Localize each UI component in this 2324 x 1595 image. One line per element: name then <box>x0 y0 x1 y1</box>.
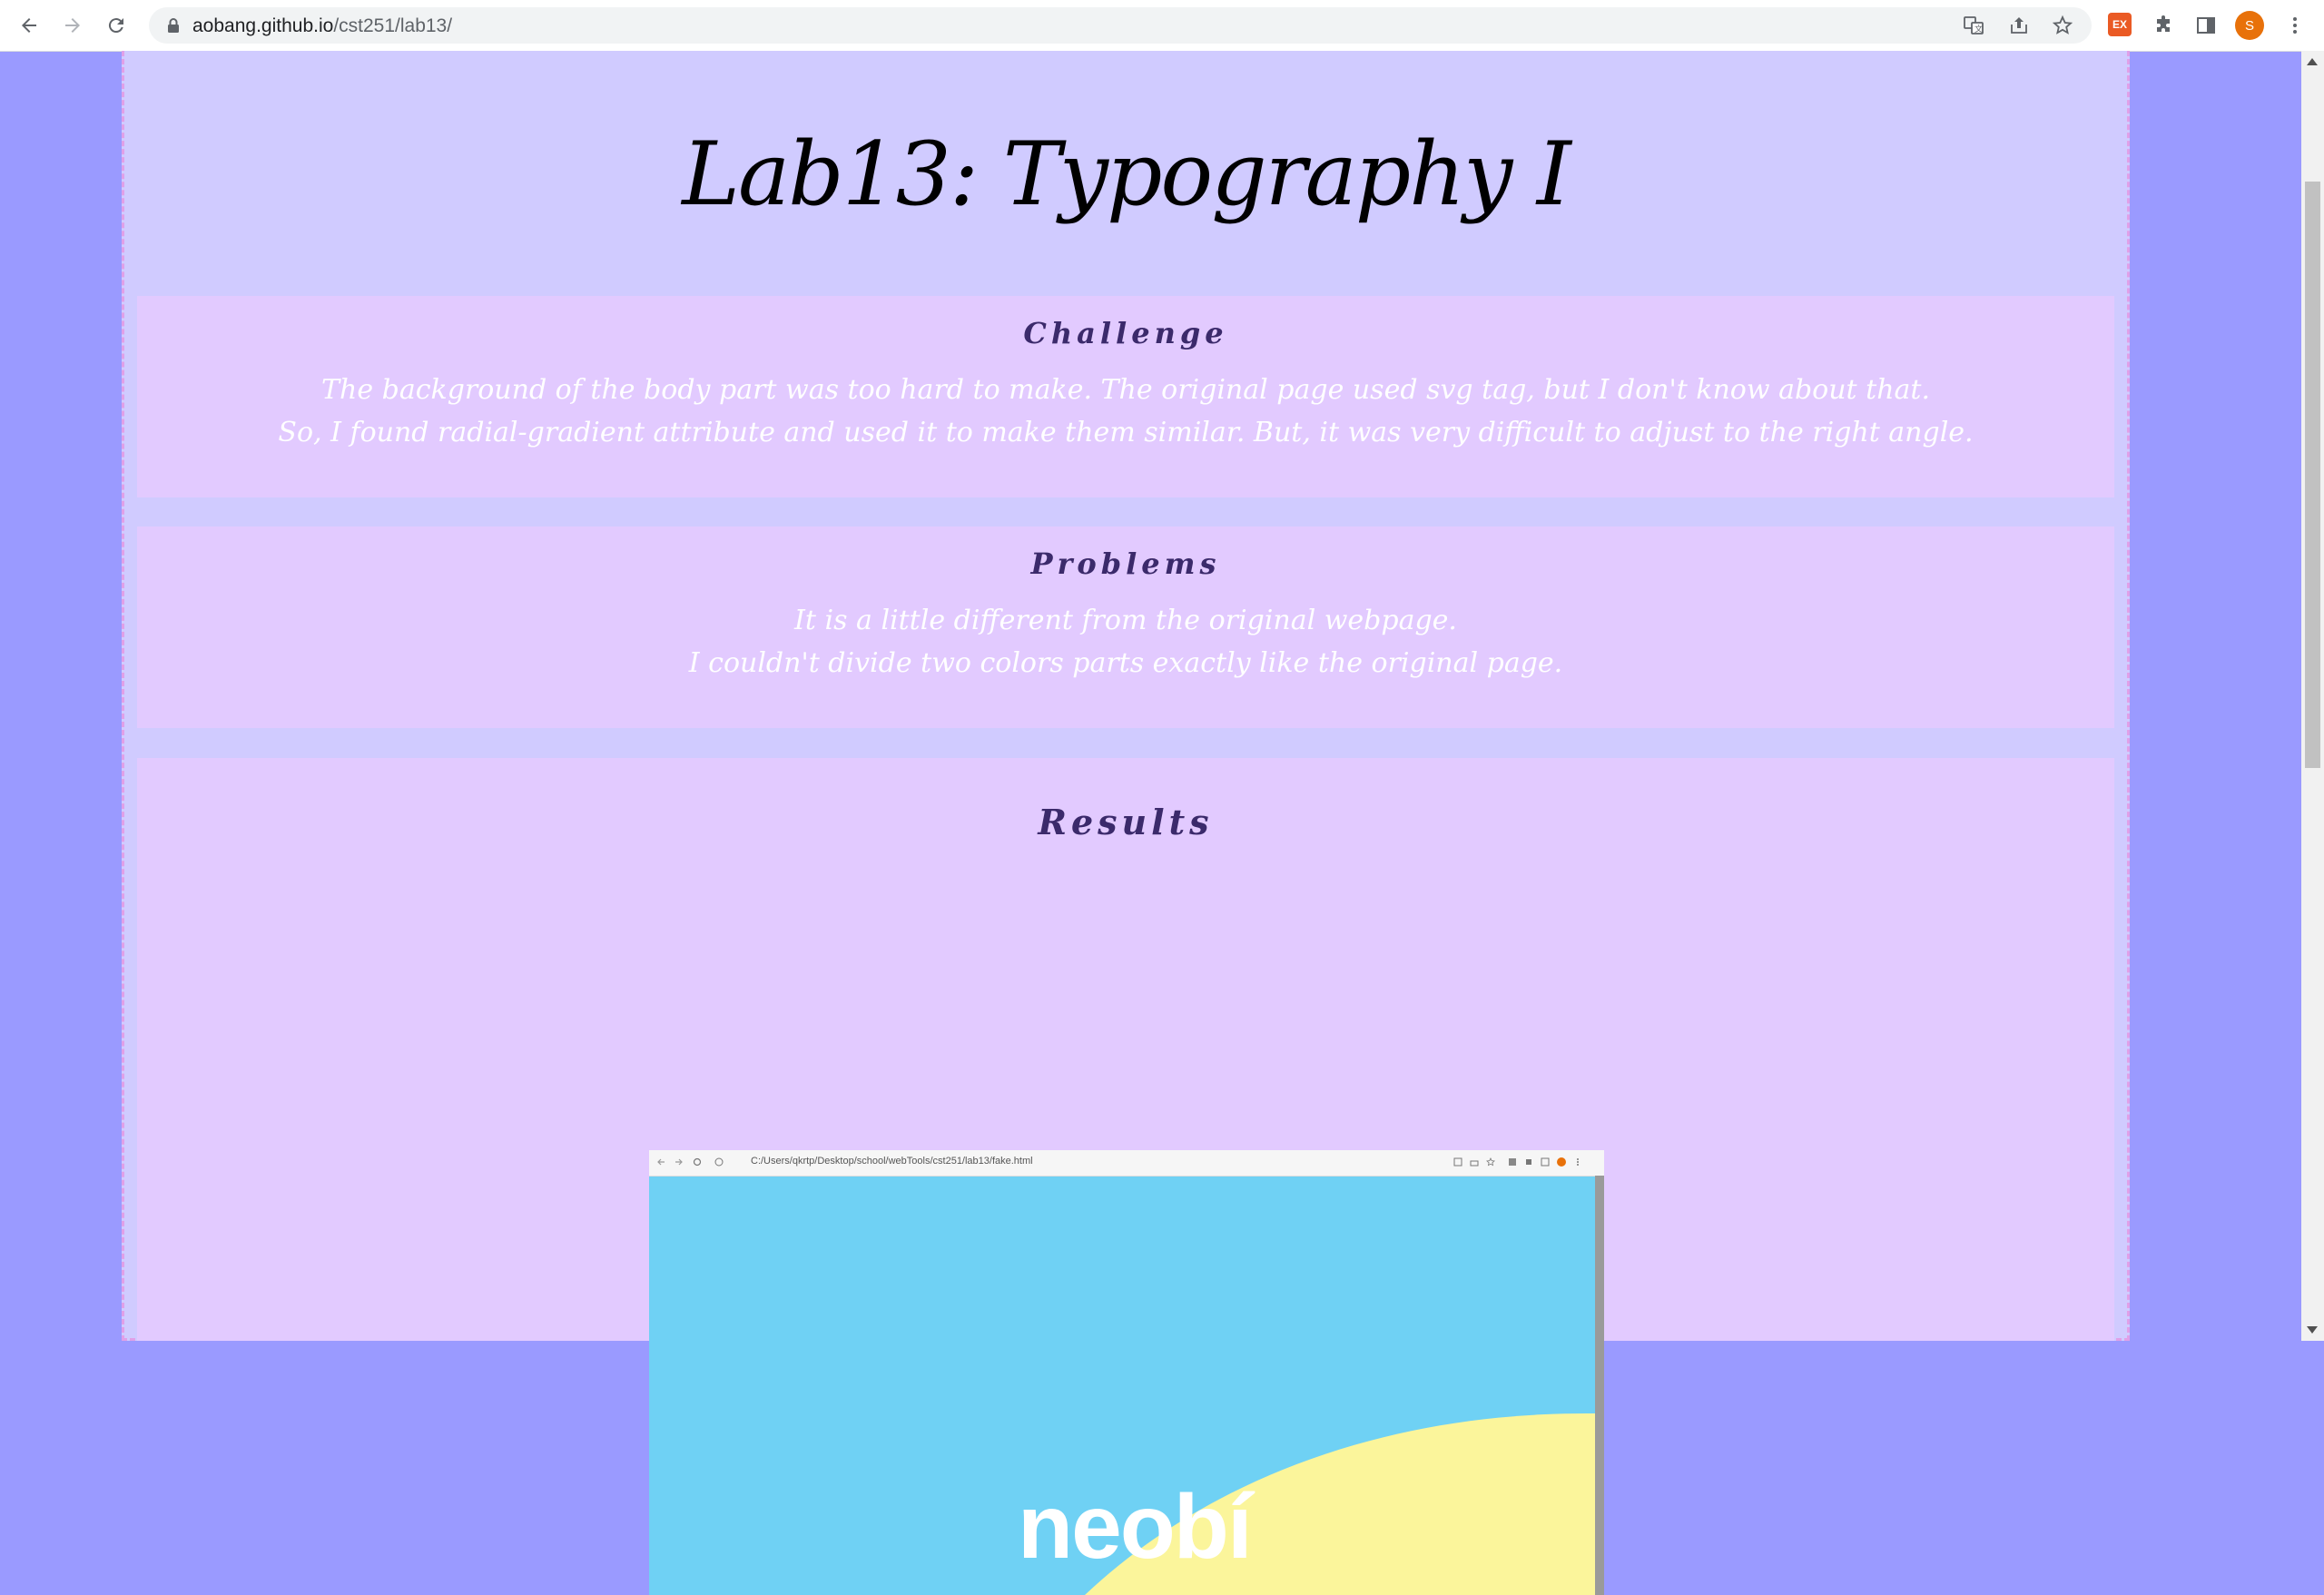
menu-button[interactable] <box>2282 13 2308 38</box>
kebab-menu-icon <box>2293 17 2297 34</box>
reload-button[interactable] <box>100 9 133 42</box>
extension-badge[interactable]: EX <box>2108 13 2132 36</box>
screenshot-puzzle-icon <box>1526 1159 1531 1165</box>
back-button[interactable] <box>13 9 45 42</box>
challenge-section: Challenge The background of the body par… <box>137 296 2114 497</box>
address-bar[interactable]: aobang.github.io/cst251/lab13/ 文 <box>149 7 2092 44</box>
result-screenshot: C:/Users/qkrtp/Desktop/school/webTools/c… <box>649 1150 1604 1595</box>
problems-heading: Problems <box>1030 546 1221 581</box>
url-host: aobang.github.io <box>192 15 334 36</box>
screenshot-browser-bar: C:/Users/qkrtp/Desktop/school/webTools/c… <box>649 1150 1604 1177</box>
scroll-down-arrow-icon[interactable] <box>2307 1326 2318 1334</box>
scroll-up-arrow-icon[interactable] <box>2307 58 2318 65</box>
screenshot-url: C:/Users/qkrtp/Desktop/school/webTools/c… <box>751 1156 1033 1167</box>
problems-line: It is a little different from the origin… <box>794 605 1457 636</box>
lock-icon <box>168 18 179 33</box>
problems-section: Problems It is a little different from t… <box>137 527 2114 728</box>
extensions-button[interactable] <box>2151 13 2176 38</box>
screenshot-logo: neobí <box>1018 1476 1253 1578</box>
side-panel-button[interactable] <box>2193 13 2219 38</box>
side-panel-icon <box>2197 17 2215 34</box>
results-heading: Results <box>1038 802 1214 842</box>
page-container: Lab13: Typography I Challenge The backgr… <box>122 51 2130 1595</box>
challenge-heading: Challenge <box>1023 316 1228 350</box>
forward-button[interactable] <box>56 9 89 42</box>
page-scrollbar[interactable] <box>2301 51 2324 1341</box>
results-section: Results C:/Users/qkrtp/Desktop/school/we… <box>137 758 2114 1595</box>
screenshot-info-icon <box>714 1157 724 1167</box>
screenshot-extension-icon <box>1509 1158 1516 1166</box>
screenshot-menu-icon <box>1577 1158 1579 1166</box>
translate-icon[interactable]: 文 <box>1963 15 1984 36</box>
arrow-left-icon <box>22 18 36 33</box>
share-icon[interactable] <box>2008 15 2030 36</box>
screenshot-reload-icon <box>693 1157 702 1167</box>
url-path: /cst251/lab13/ <box>333 15 453 36</box>
puzzle-icon <box>2157 15 2170 32</box>
screenshot-back-icon <box>657 1158 665 1166</box>
screenshot-panel-icon <box>1541 1157 1550 1167</box>
screenshot-translate-icon <box>1453 1157 1462 1167</box>
reload-icon <box>108 18 123 34</box>
screenshot-share-icon <box>1470 1160 1479 1167</box>
problems-line: I couldn't divide two colors parts exact… <box>688 647 1563 679</box>
screenshot-forward-icon <box>675 1158 683 1166</box>
arrow-right-icon <box>65 18 80 33</box>
url-text[interactable]: aobang.github.io/cst251/lab13/ <box>192 15 452 37</box>
page-title: Lab13: Typography I <box>682 123 1571 225</box>
profile-avatar[interactable]: S <box>2235 11 2264 40</box>
bookmark-star-icon[interactable] <box>2052 15 2073 36</box>
problems-text: It is a little different from the origin… <box>137 599 2114 684</box>
challenge-line: The background of the body part was too … <box>321 374 1930 406</box>
challenge-line: So, I found radial-gradient attribute an… <box>278 417 1974 448</box>
screenshot-scrollbar <box>1595 1176 1604 1595</box>
browser-toolbar: aobang.github.io/cst251/lab13/ 文 EX S <box>0 0 2324 52</box>
screenshot-star-icon <box>1486 1157 1495 1167</box>
challenge-text: The background of the body part was too … <box>137 369 2114 454</box>
svg-text:文: 文 <box>1974 24 1983 34</box>
scrollbar-thumb[interactable] <box>2305 182 2320 768</box>
screenshot-avatar-icon <box>1557 1157 1566 1167</box>
